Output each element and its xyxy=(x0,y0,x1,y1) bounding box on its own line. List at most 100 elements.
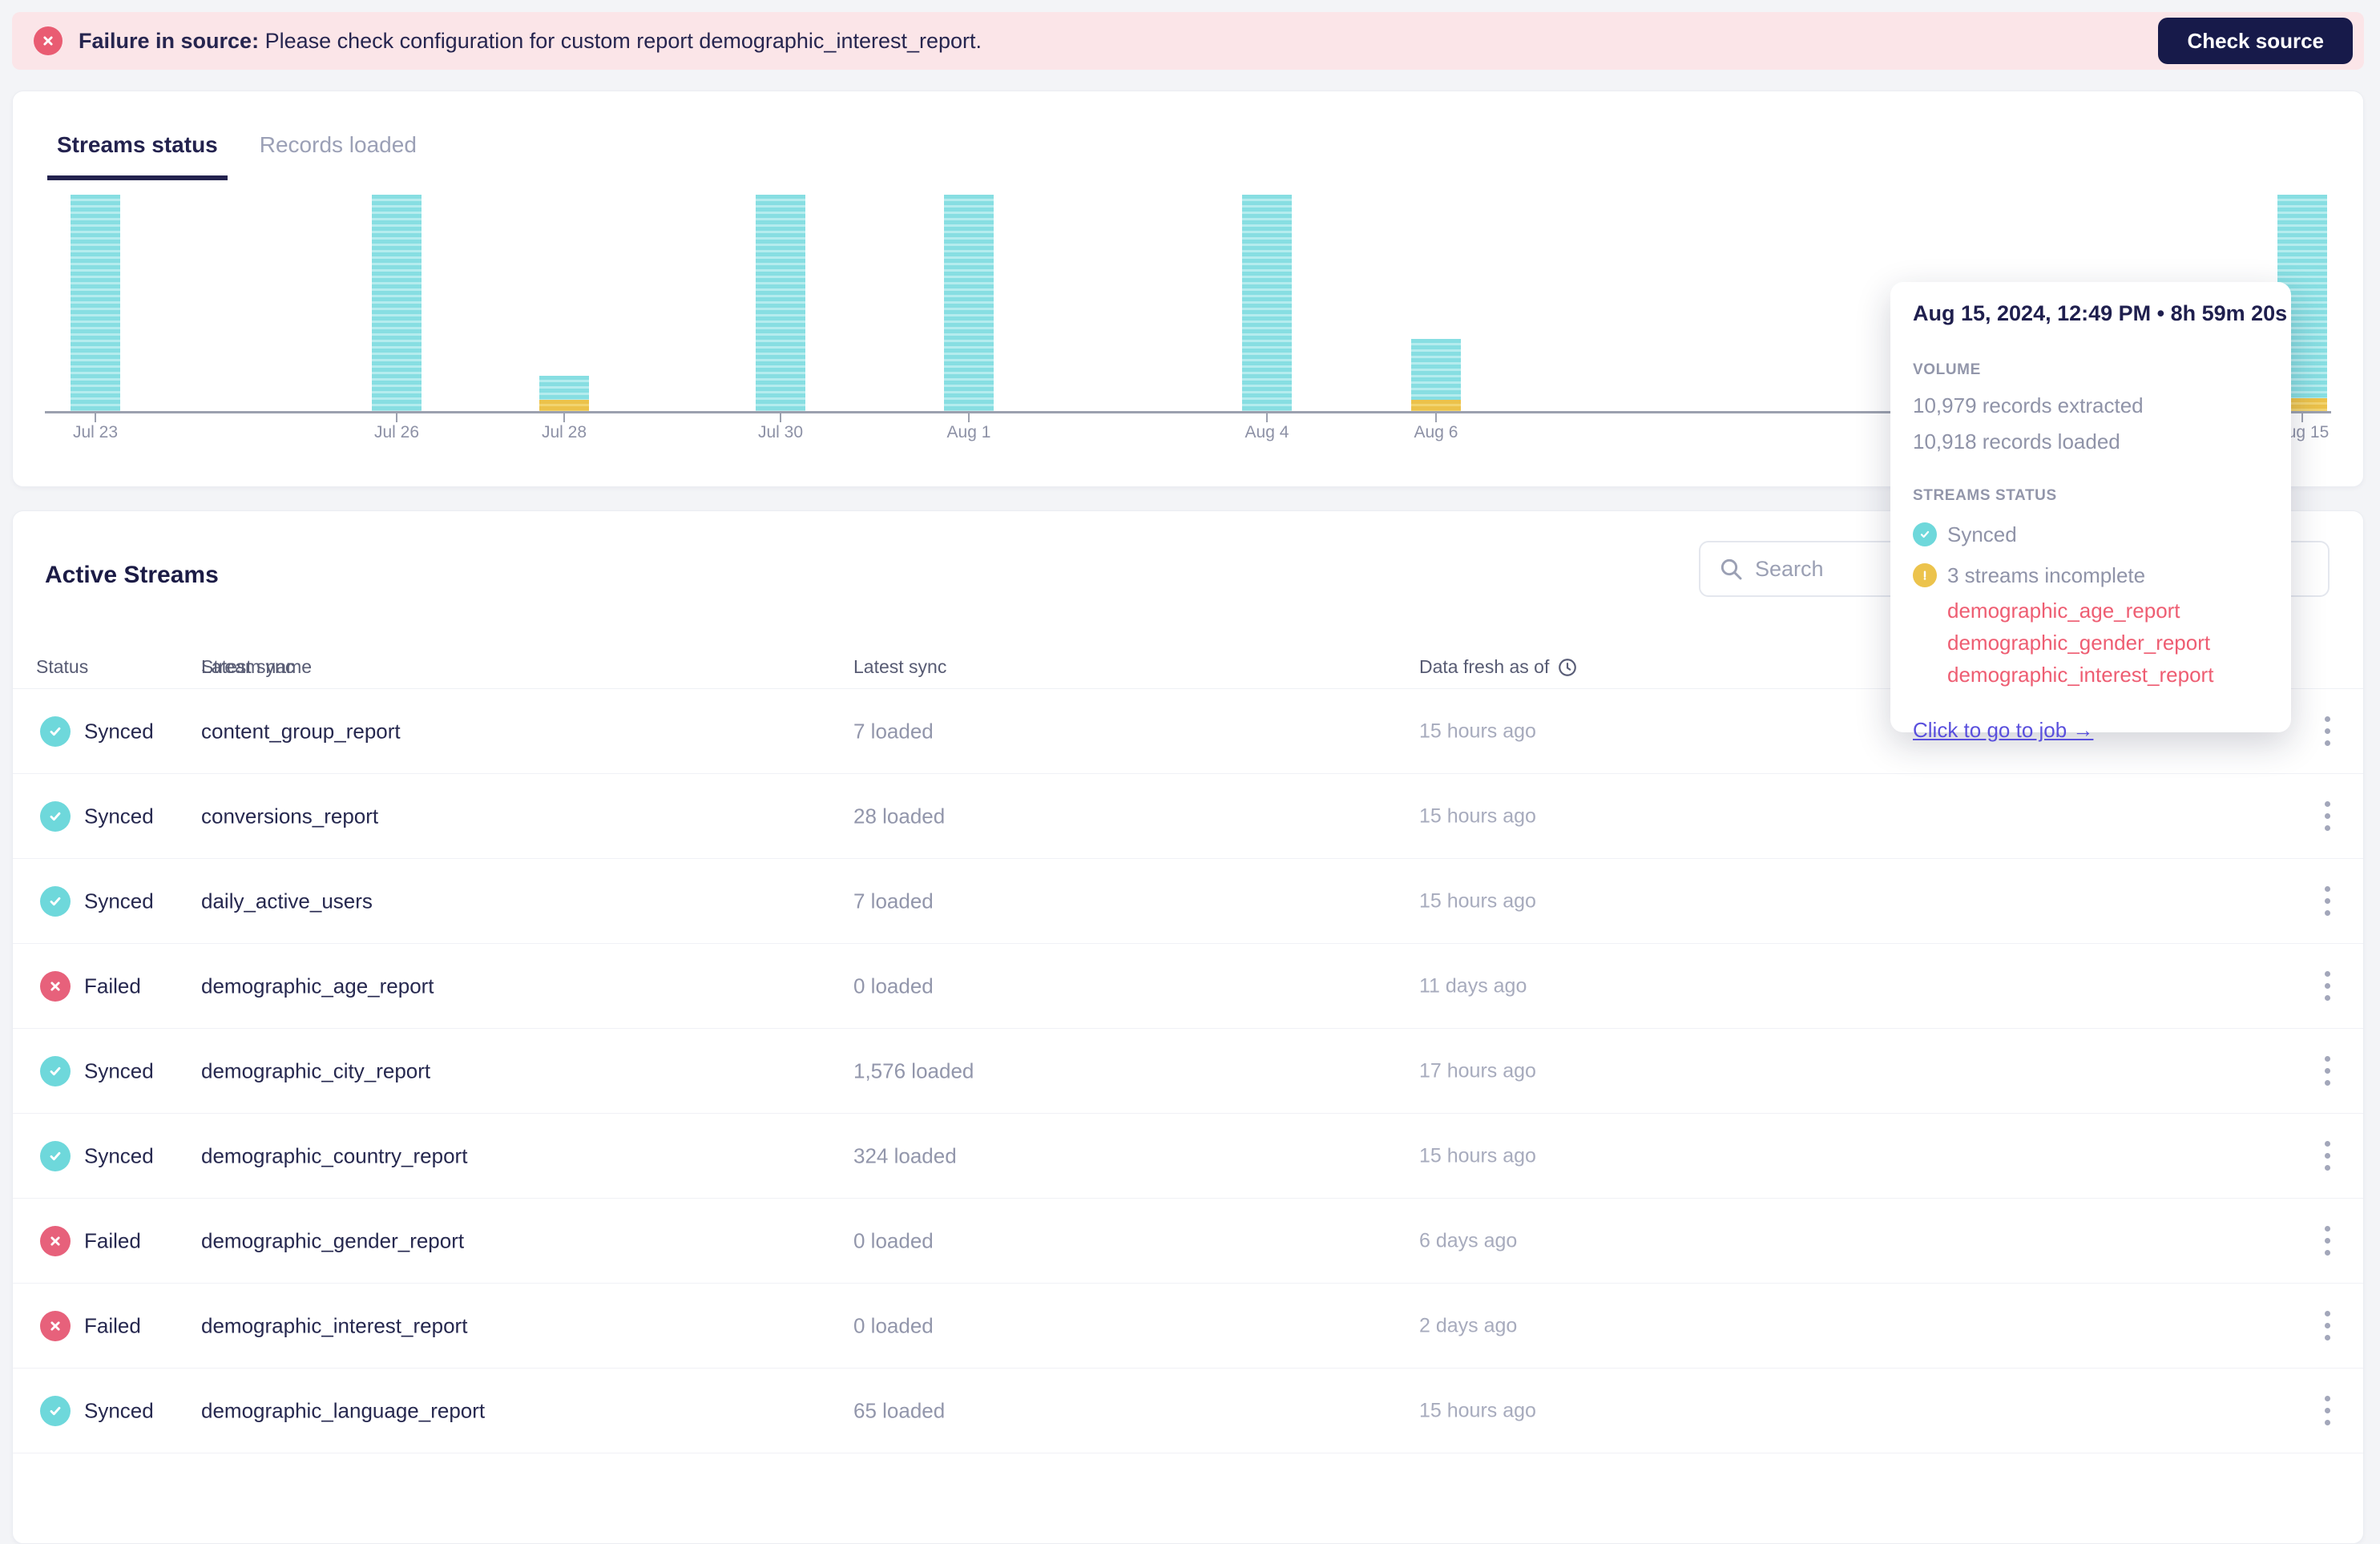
row-menu-kebab-icon[interactable] xyxy=(2311,1217,2343,1265)
stream-name: demographic_gender_report xyxy=(201,1228,465,1252)
bar-segment-incomplete xyxy=(539,400,589,411)
bar-segment-synced[interactable] xyxy=(372,195,422,411)
row-menu-kebab-icon[interactable] xyxy=(2311,1132,2343,1180)
failed-x-icon xyxy=(40,1225,71,1256)
row-menu-kebab-icon[interactable] xyxy=(2311,877,2343,925)
data-fresh-as-of: 2 days ago xyxy=(1419,1314,1518,1336)
data-fresh-as-of: 15 hours ago xyxy=(1419,1144,1536,1167)
axis-tick-label: Aug 1 xyxy=(946,423,991,441)
col-header-data-fresh: Data fresh as of xyxy=(1419,656,1578,678)
col-header-data-fresh-label: Data fresh as of xyxy=(1419,656,1550,677)
stream-name: demographic_interest_report xyxy=(201,1313,468,1337)
incomplete-stream-link[interactable]: demographic_age_report xyxy=(1947,595,2269,627)
tooltip-incomplete-label: 3 streams incomplete xyxy=(1947,563,2146,587)
axis-tick xyxy=(1435,413,1437,422)
latest-sync-loaded: 0 loaded xyxy=(853,1313,934,1337)
tooltip-incomplete-stream-links: demographic_age_report demographic_gender… xyxy=(1947,595,2269,691)
data-fresh-as-of: 6 days ago xyxy=(1419,1229,1518,1252)
synced-check-icon xyxy=(40,800,71,832)
status-label: Synced xyxy=(84,1143,154,1167)
bar-segment-synced[interactable] xyxy=(1242,195,1292,411)
stream-name: daily_active_users xyxy=(201,889,373,913)
failed-x-icon xyxy=(40,970,71,1002)
axis-tick-label: Jul 30 xyxy=(757,423,804,441)
table-row: Failed demographic_gender_report 0 loaded 6… xyxy=(13,1199,2363,1284)
status-label: Failed xyxy=(84,1228,141,1252)
stream-name: conversions_report xyxy=(201,804,379,828)
row-menu-kebab-icon[interactable] xyxy=(2311,1387,2343,1435)
tooltip-records-extracted: 10,979 records extracted xyxy=(1913,393,2144,417)
stream-name: content_group_report xyxy=(201,719,401,743)
axis-tick-label: Jul 26 xyxy=(373,423,420,441)
sync-tooltip: Aug 15, 2024, 12:49 PM • 8h 59m 20s VOLU… xyxy=(1890,282,2291,742)
stream-name: demographic_language_report xyxy=(201,1398,486,1422)
axis-tick xyxy=(1266,413,1268,422)
tooltip-synced-label: Synced xyxy=(1947,522,2017,546)
data-fresh-as-of: 17 hours ago xyxy=(1419,1059,1536,1082)
data-fresh-as-of: 15 hours ago xyxy=(1419,1399,1536,1421)
latest-sync-loaded: 0 loaded xyxy=(853,1228,934,1252)
table-row: Synced demographic_city_report 1,576 loade… xyxy=(13,1029,2363,1114)
latest-sync-loaded: 28 loaded xyxy=(853,804,946,828)
latest-sync-loaded: 1,576 loaded xyxy=(853,1058,974,1082)
status-label: Synced xyxy=(84,804,154,828)
data-fresh-as-of: 15 hours ago xyxy=(1419,889,1536,912)
bar-segment-synced[interactable] xyxy=(1411,339,1461,400)
go-to-job-link[interactable]: Click to go to job → xyxy=(1913,718,2093,743)
bar-segment-synced[interactable] xyxy=(71,195,120,411)
bar-segment-synced[interactable] xyxy=(756,195,805,411)
data-fresh-as-of: 11 days ago xyxy=(1419,974,1527,997)
streams-table: Synced content_group_report 7 loaded 15 hou… xyxy=(13,689,2363,1453)
status-label: Synced xyxy=(84,889,154,913)
row-menu-kebab-icon[interactable] xyxy=(2311,1047,2343,1095)
active-streams-title: Active Streams xyxy=(45,562,219,588)
status-label: Synced xyxy=(84,719,154,743)
bar-segment-synced[interactable] xyxy=(539,376,589,400)
axis-tick xyxy=(780,413,781,422)
synced-check-icon xyxy=(40,1395,71,1426)
table-row: Failed demographic_interest_report 0 loade… xyxy=(13,1284,2363,1369)
status-label: Synced xyxy=(84,1398,154,1422)
tooltip-title: Aug 15, 2024, 12:49 PM • 8h 59m 20s xyxy=(1913,301,2288,325)
axis-tick-label: Aug 6 xyxy=(1414,423,1458,441)
axis-tick xyxy=(2301,413,2303,422)
tooltip-synced-row: Synced xyxy=(1913,522,2269,547)
error-banner: Failure in source: Please check configur… xyxy=(12,12,2364,70)
axis-tick xyxy=(396,413,397,422)
table-row: Failed demographic_age_report 0 loaded 11 d… xyxy=(13,944,2363,1029)
data-fresh-as-of: 15 hours ago xyxy=(1419,804,1536,827)
error-message-rest: Please check configuration for custom re… xyxy=(259,28,982,53)
tooltip-records-loaded: 10,918 records loaded xyxy=(1913,429,2120,454)
col-header-name: Stream name xyxy=(201,656,313,677)
status-label: Failed xyxy=(84,1313,141,1337)
latest-sync-loaded: 7 loaded xyxy=(853,719,934,743)
warning-icon xyxy=(1913,563,1937,587)
latest-sync-loaded: 324 loaded xyxy=(853,1143,957,1167)
latest-sync-loaded: 7 loaded xyxy=(853,889,934,913)
row-menu-kebab-icon[interactable] xyxy=(2311,962,2343,1010)
incomplete-stream-link[interactable]: demographic_gender_report xyxy=(1947,627,2269,659)
check-source-button[interactable]: Check source xyxy=(2158,18,2353,64)
tooltip-incomplete-row: 3 streams incomplete xyxy=(1913,562,2269,588)
incomplete-stream-link[interactable]: demographic_interest_report xyxy=(1947,659,2269,691)
axis-tick-label: Jul 28 xyxy=(541,423,587,441)
synced-check-icon xyxy=(1913,522,1937,546)
col-header-latest-sync: Latest sync xyxy=(853,656,947,677)
table-row: Synced daily_active_users 7 loaded 15 hours… xyxy=(13,859,2363,944)
table-row: Synced demographic_country_report 324 load… xyxy=(13,1114,2363,1199)
axis-tick-label: Aug 4 xyxy=(1244,423,1289,441)
row-menu-kebab-icon[interactable] xyxy=(2311,707,2343,756)
axis-tick xyxy=(968,413,970,422)
bar-segment-incomplete xyxy=(1411,400,1461,411)
stream-name: demographic_country_report xyxy=(201,1143,468,1167)
row-menu-kebab-icon[interactable] xyxy=(2311,1302,2343,1350)
error-circle-x-icon xyxy=(34,26,63,55)
error-message: Failure in source: Please check configur… xyxy=(79,29,982,54)
row-menu-kebab-icon[interactable] xyxy=(2311,792,2343,841)
col-header-status: Status xyxy=(36,656,89,677)
latest-sync-loaded: 65 loaded xyxy=(853,1398,946,1422)
failed-x-icon xyxy=(40,1310,71,1341)
tooltip-streams-status-label: STREAMS STATUS xyxy=(1913,487,2057,504)
synced-check-icon xyxy=(40,1140,71,1171)
bar-segment-synced[interactable] xyxy=(944,195,994,411)
